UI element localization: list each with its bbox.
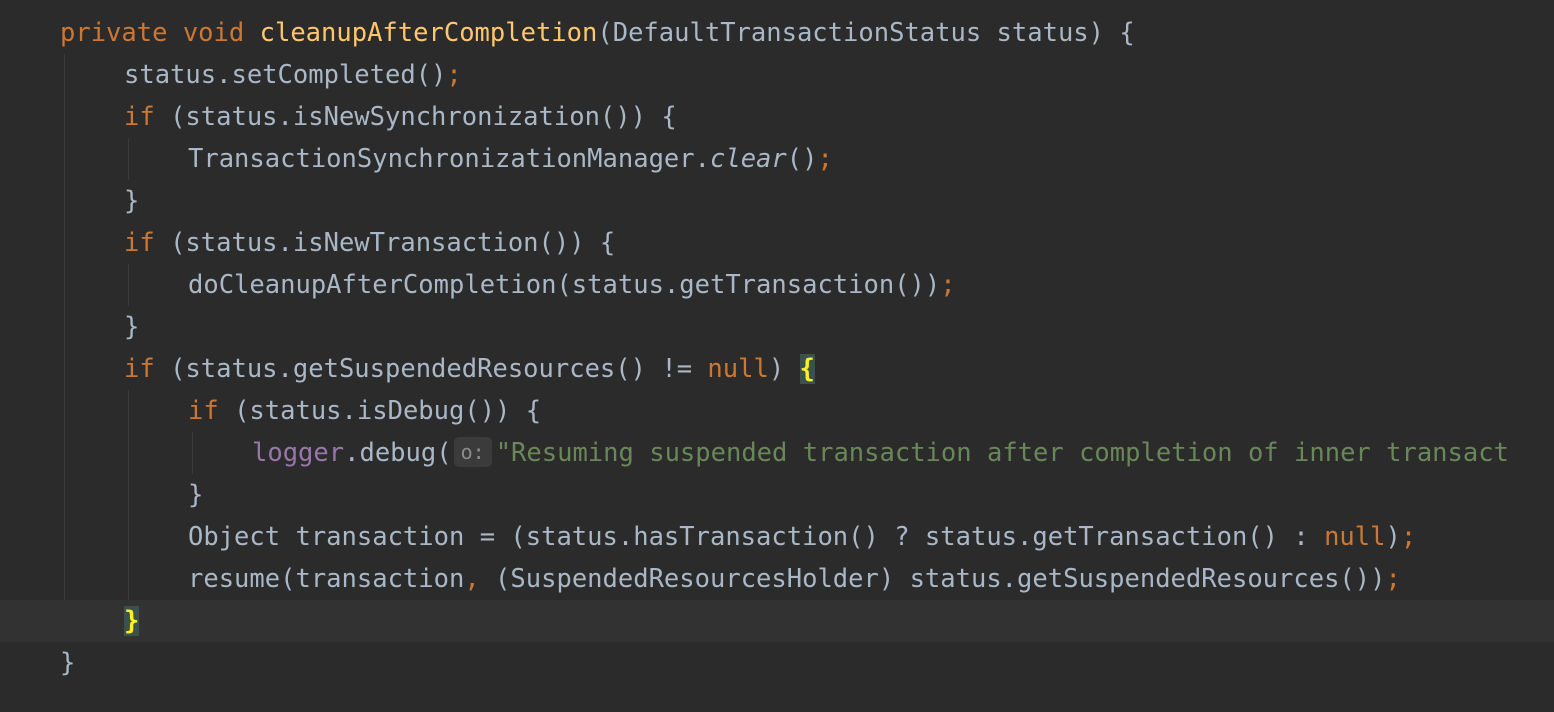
string-literal: "Resuming suspended transaction after co… (495, 438, 1509, 468)
code-line[interactable]: resume(transaction, (SuspendedResourcesH… (0, 558, 1554, 600)
code-line[interactable]: } (0, 642, 1554, 684)
code-line[interactable]: if (status.isDebug()) { (0, 390, 1554, 432)
closing-brace: } (124, 186, 140, 216)
code-text: () (786, 144, 818, 174)
code-line[interactable]: } (0, 180, 1554, 222)
semicolon: ; (1400, 522, 1417, 552)
closing-brace: } (60, 648, 76, 678)
code-text: (status.isNewTransaction()) { (154, 228, 616, 258)
code-text: resume(transaction (188, 564, 465, 594)
code-text: (status.getSuspendedResources() != (154, 354, 708, 384)
code-line[interactable]: status.setCompleted(); (0, 54, 1554, 96)
code-line[interactable]: private void cleanupAfterCompletion(Defa… (0, 12, 1554, 54)
code-text: (DefaultTransactionStatus status) { (597, 18, 1135, 48)
code-line[interactable]: Object transaction = (status.hasTransact… (0, 516, 1554, 558)
code-text: ) (768, 354, 800, 384)
keyword: void (182, 18, 245, 48)
code-line[interactable]: } (0, 306, 1554, 348)
semicolon: ; (940, 270, 956, 300)
closing-brace: } (188, 480, 204, 510)
semicolon: ; (1385, 564, 1401, 594)
keyword: private (60, 18, 168, 48)
code-line[interactable]: if (status.isNewTransaction()) { (0, 222, 1554, 264)
code-line[interactable]: if (status.getSuspendedResources() != nu… (0, 348, 1554, 390)
comma: , (464, 564, 480, 594)
code-text: ) (1385, 522, 1401, 552)
keyword: null (707, 354, 769, 384)
code-line[interactable]: doCleanupAfterCompletion(status.getTrans… (0, 264, 1554, 306)
code-text: (status.isNewSynchronization()) { (154, 102, 677, 132)
parameter-hint: o: (453, 437, 492, 467)
keyword: if (124, 354, 155, 384)
current-code-line[interactable]: } (0, 600, 1554, 642)
code-line[interactable]: } (0, 474, 1554, 516)
code-line[interactable]: if (status.isNewSynchronization()) { (0, 96, 1554, 138)
closing-brace: } (124, 312, 140, 342)
code-text: (status.isDebug()) { (218, 396, 542, 426)
semicolon: ; (446, 60, 462, 90)
keyword: if (124, 228, 155, 258)
code-text: (SuspendedResourcesHolder) status.getSus… (479, 564, 1386, 594)
method-name: cleanupAfterCompletion (259, 18, 598, 48)
code-editor[interactable]: } private void cleanupAfterCompletion(De… (0, 0, 1554, 712)
matched-brace: { (799, 354, 815, 384)
static-method: clear (709, 144, 787, 174)
keyword: null (1324, 522, 1386, 552)
code-line[interactable]: TransactionSynchronizationManager.clear(… (0, 138, 1554, 180)
code-line[interactable]: logger.debug(o: "Resuming suspended trans… (0, 432, 1554, 474)
code-text: .debug( (344, 438, 452, 468)
matched-brace: } (124, 606, 140, 636)
partial-previous-line: } (60, 0, 106, 4)
field-reference: logger (252, 438, 345, 468)
semicolon: ; (817, 144, 833, 174)
code-text: status.setCompleted() (124, 60, 447, 90)
code-text: doCleanupAfterCompletion(status.getTrans… (188, 270, 941, 300)
keyword: if (188, 396, 219, 426)
code-text: Object transaction = (status.hasTransact… (188, 522, 1325, 552)
keyword: if (124, 102, 155, 132)
code-text: TransactionSynchronizationManager. (188, 144, 710, 174)
